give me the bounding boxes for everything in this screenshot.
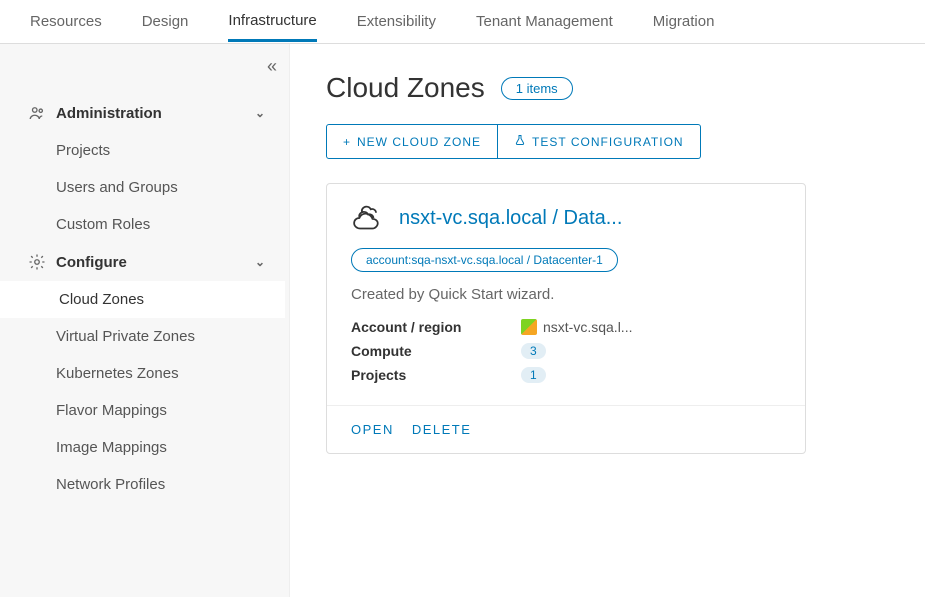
tab-tenant-management[interactable]: Tenant Management bbox=[476, 13, 613, 40]
card-description: Created by Quick Start wizard. bbox=[351, 286, 781, 303]
sidebar-item-projects[interactable]: Projects bbox=[0, 132, 285, 169]
content-area: Cloud Zones 1 items + NEW CLOUD ZONE TES… bbox=[290, 44, 925, 597]
tab-migration[interactable]: Migration bbox=[653, 13, 715, 40]
card-header: nsxt-vc.sqa.local / Data... bbox=[327, 184, 805, 248]
tab-extensibility[interactable]: Extensibility bbox=[357, 13, 436, 40]
account-tag: account:sqa-nsxt-vc.sqa.local / Datacent… bbox=[351, 248, 618, 272]
sidebar-scroll[interactable]: Administration ⌄ Projects Users and Grou… bbox=[0, 94, 289, 597]
gear-icon bbox=[28, 253, 46, 271]
sidebar-section-administration[interactable]: Administration ⌄ bbox=[0, 94, 285, 132]
prop-projects: Projects 1 bbox=[351, 363, 781, 387]
card-body: account:sqa-nsxt-vc.sqa.local / Datacent… bbox=[327, 248, 805, 405]
tab-infrastructure[interactable]: Infrastructure bbox=[228, 12, 316, 42]
vcenter-icon bbox=[521, 319, 537, 335]
prop-label: Projects bbox=[351, 367, 521, 383]
prop-value: nsxt-vc.sqa.l... bbox=[521, 319, 632, 335]
collapse-sidebar-icon[interactable]: « bbox=[267, 56, 277, 77]
chevron-down-icon: ⌄ bbox=[255, 255, 265, 269]
card-title-link[interactable]: nsxt-vc.sqa.local / Data... bbox=[399, 207, 781, 230]
compute-count-badge: 3 bbox=[521, 343, 546, 359]
items-count-badge: 1 items bbox=[501, 77, 573, 100]
action-buttons: + NEW CLOUD ZONE TEST CONFIGURATION bbox=[326, 124, 889, 159]
flask-icon bbox=[514, 133, 526, 150]
prop-label: Account / region bbox=[351, 319, 521, 335]
prop-value: 1 bbox=[521, 367, 546, 383]
button-label: NEW CLOUD ZONE bbox=[357, 135, 481, 149]
sidebar-section-label: Configure bbox=[56, 254, 127, 271]
tab-design[interactable]: Design bbox=[142, 13, 189, 40]
sidebar: « Administration ⌄ Projects Users and Gr… bbox=[0, 44, 290, 597]
prop-compute: Compute 3 bbox=[351, 339, 781, 363]
open-button[interactable]: OPEN bbox=[351, 422, 394, 437]
prop-value: 3 bbox=[521, 343, 546, 359]
plus-icon: + bbox=[343, 135, 351, 149]
chevron-down-icon: ⌄ bbox=[255, 106, 265, 120]
page-header: Cloud Zones 1 items bbox=[326, 72, 889, 104]
prop-label: Compute bbox=[351, 343, 521, 359]
sidebar-section-configure[interactable]: Configure ⌄ bbox=[0, 243, 285, 281]
projects-count-badge: 1 bbox=[521, 367, 546, 383]
sidebar-item-flavor-mappings[interactable]: Flavor Mappings bbox=[0, 392, 285, 429]
delete-button[interactable]: DELETE bbox=[412, 422, 472, 437]
cloud-group-icon bbox=[351, 204, 387, 232]
button-label: TEST CONFIGURATION bbox=[532, 135, 684, 149]
sidebar-item-network-profiles[interactable]: Network Profiles bbox=[0, 466, 285, 503]
main-layout: « Administration ⌄ Projects Users and Gr… bbox=[0, 44, 925, 597]
account-value-text: nsxt-vc.sqa.l... bbox=[543, 319, 632, 335]
sidebar-item-custom-roles[interactable]: Custom Roles bbox=[0, 206, 285, 243]
cloud-zone-card: nsxt-vc.sqa.local / Data... account:sqa-… bbox=[326, 183, 806, 454]
sidebar-item-kubernetes-zones[interactable]: Kubernetes Zones bbox=[0, 355, 285, 392]
sidebar-item-image-mappings[interactable]: Image Mappings bbox=[0, 429, 285, 466]
top-tabs: Resources Design Infrastructure Extensib… bbox=[0, 0, 925, 44]
page-title: Cloud Zones bbox=[326, 72, 485, 104]
sidebar-item-users-and-groups[interactable]: Users and Groups bbox=[0, 169, 285, 206]
tab-resources[interactable]: Resources bbox=[30, 13, 102, 40]
card-footer: OPEN DELETE bbox=[327, 405, 805, 453]
prop-account-region: Account / region nsxt-vc.sqa.l... bbox=[351, 315, 781, 339]
sidebar-section-label: Administration bbox=[56, 105, 162, 122]
test-configuration-button[interactable]: TEST CONFIGURATION bbox=[498, 124, 701, 159]
users-icon bbox=[28, 104, 46, 122]
sidebar-item-virtual-private-zones[interactable]: Virtual Private Zones bbox=[0, 318, 285, 355]
sidebar-item-cloud-zones[interactable]: Cloud Zones bbox=[0, 281, 285, 318]
new-cloud-zone-button[interactable]: + NEW CLOUD ZONE bbox=[326, 124, 498, 159]
